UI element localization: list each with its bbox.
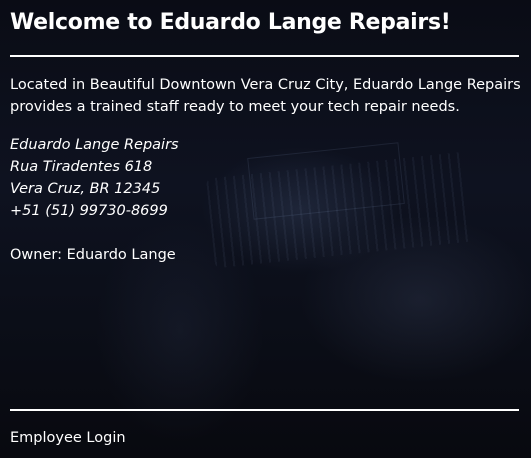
footer-divider bbox=[10, 409, 519, 411]
intro-text: Located in Beautiful Downtown Vera Cruz … bbox=[10, 77, 521, 115]
employee-login-link[interactable]: Employee Login bbox=[10, 427, 126, 449]
phone-number: +51 (51) 99730-8699 bbox=[10, 203, 168, 219]
header: Welcome to Eduardo Lange Repairs! bbox=[10, 8, 519, 38]
business-name: Eduardo Lange Repairs bbox=[10, 137, 179, 153]
owner-text: Owner: Eduardo Lange bbox=[10, 247, 176, 263]
background-image bbox=[0, 0, 531, 458]
street-address: Rua Tiradentes 618 bbox=[10, 159, 153, 175]
header-divider bbox=[10, 55, 519, 57]
city-address: Vera Cruz, BR 12345 bbox=[10, 181, 161, 197]
address-block: Eduardo Lange Repairs Rua Tiradentes 618… bbox=[10, 134, 179, 222]
page: Welcome to Eduardo Lange Repairs! Locate… bbox=[0, 0, 531, 458]
page-title: Welcome to Eduardo Lange Repairs! bbox=[10, 10, 451, 35]
